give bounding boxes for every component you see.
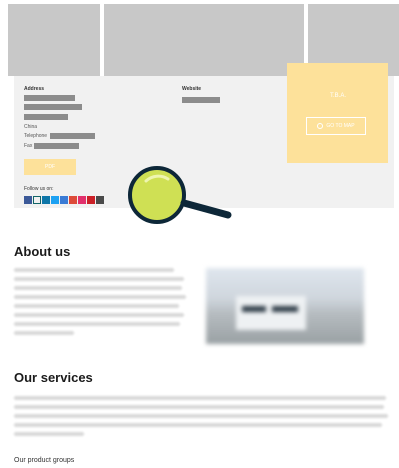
social-icons	[24, 196, 104, 204]
address-line-1	[24, 95, 75, 101]
telephone-label: Telephone	[24, 133, 48, 139]
services-text-line	[14, 432, 84, 436]
about-text-line	[14, 304, 179, 308]
company-photo	[206, 268, 364, 344]
telephone-value[interactable]	[50, 133, 95, 139]
magnifier-icon	[128, 166, 232, 224]
address-line-3	[24, 114, 68, 120]
follow-label: Follow us on:	[24, 186, 54, 192]
linkedin-icon[interactable]	[42, 196, 50, 204]
about-text-line	[14, 331, 74, 335]
website-label: Website	[182, 86, 202, 92]
services-text-line	[14, 396, 386, 400]
booth-panel	[287, 63, 388, 163]
google-plus-icon[interactable]	[69, 196, 77, 204]
services-text-line	[14, 405, 384, 409]
about-text-line	[14, 286, 182, 290]
xing-icon[interactable]	[33, 196, 41, 204]
gallery-image-1[interactable]	[8, 4, 100, 76]
map-pin-icon	[317, 123, 324, 129]
about-text-line	[14, 277, 184, 281]
fax-label: Fax	[24, 143, 33, 149]
pinterest-icon[interactable]	[87, 196, 95, 204]
fax-value	[34, 143, 79, 149]
facebook-icon[interactable]	[24, 196, 32, 204]
about-text-line	[14, 322, 180, 326]
twitter-icon[interactable]	[51, 196, 59, 204]
about-heading: About us	[14, 244, 71, 259]
about-text-line	[14, 268, 174, 272]
country-text: China	[24, 124, 38, 130]
services-heading: Our services	[14, 370, 93, 385]
vk-icon[interactable]	[96, 196, 104, 204]
go-to-map-button[interactable]: GO TO MAP	[306, 117, 366, 135]
gallery-image-2[interactable]	[104, 4, 304, 76]
address-label: Address	[24, 86, 45, 92]
pdf-button[interactable]: PDF	[24, 159, 76, 175]
instagram-icon[interactable]	[78, 196, 86, 204]
about-text-line	[14, 295, 186, 299]
about-text-line	[14, 313, 184, 317]
youtube-icon[interactable]	[60, 196, 68, 204]
services-text-line	[14, 414, 388, 418]
website-link[interactable]	[182, 97, 220, 103]
product-groups-label: Our product groups	[14, 457, 75, 464]
booth-label: T.B.A.	[330, 93, 347, 99]
go-to-map-label: GO TO MAP	[326, 123, 355, 129]
services-text-line	[14, 423, 382, 427]
address-line-2	[24, 104, 82, 110]
